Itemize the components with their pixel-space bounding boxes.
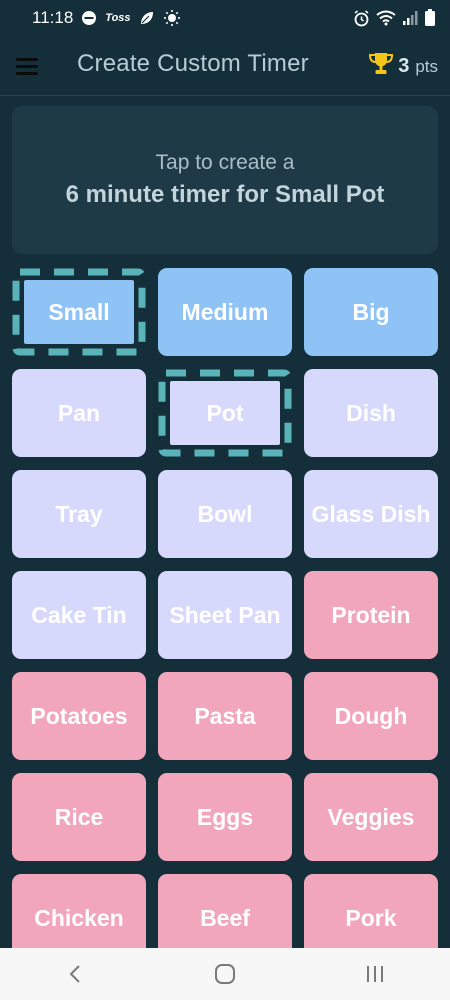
tile-label: Cake Tin	[31, 601, 127, 628]
status-bar: 11:18 Toss	[0, 0, 450, 36]
tile-label: Potatoes	[30, 702, 128, 729]
points-display[interactable]: 3 pts	[368, 52, 438, 81]
tile-label: Protein	[331, 601, 411, 628]
prompt-timer-description: 6 minute timer for Small Pot	[65, 181, 385, 208]
alarm-icon	[353, 9, 370, 27]
tile-cake-tin[interactable]: Cake Tin	[12, 571, 146, 659]
tile-label: Big	[352, 298, 390, 325]
leaf-icon	[139, 10, 155, 26]
prompt-instruction: Tap to create a	[155, 151, 295, 174]
tile-label: Small	[48, 298, 110, 325]
tile-label: Pan	[57, 399, 101, 426]
tile-small[interactable]: Small	[12, 268, 146, 356]
tile-label: Chicken	[34, 904, 124, 931]
tile-label: Tray	[55, 500, 103, 527]
wifi-icon	[376, 10, 396, 26]
do-not-disturb-icon	[81, 10, 97, 26]
tile-label: Medium	[181, 298, 269, 325]
tile-pasta[interactable]: Pasta	[158, 672, 292, 760]
tile-tray[interactable]: Tray	[12, 470, 146, 558]
tile-label: Veggies	[327, 803, 415, 830]
status-left: 11:18 Toss	[32, 8, 181, 28]
points-value: 3	[398, 55, 410, 77]
tile-label: Dough	[334, 702, 408, 729]
tile-label: Pasta	[194, 702, 256, 729]
create-timer-prompt[interactable]: Tap to create a 6 minute timer for Small…	[12, 106, 438, 254]
tile-dough[interactable]: Dough	[304, 672, 438, 760]
toss-app-label: Toss	[105, 12, 131, 24]
tile-label: Pot	[206, 399, 244, 426]
tile-rice[interactable]: Rice	[12, 773, 146, 861]
status-time: 11:18	[32, 8, 74, 27]
tile-protein[interactable]: Protein	[304, 571, 438, 659]
tile-bowl[interactable]: Bowl	[158, 470, 292, 558]
tile-potatoes[interactable]: Potatoes	[12, 672, 146, 760]
tile-eggs[interactable]: Eggs	[158, 773, 292, 861]
page-title: Create Custom Timer	[77, 50, 309, 77]
status-right	[353, 9, 436, 27]
tile-label: Eggs	[196, 803, 254, 830]
tile-medium[interactable]: Medium	[158, 268, 292, 356]
tile-label: Dish	[346, 399, 396, 426]
tile-pot[interactable]: Pot	[158, 369, 292, 457]
tile-dish[interactable]: Dish	[304, 369, 438, 457]
back-icon[interactable]	[45, 954, 105, 994]
tile-label: Glass Dish	[311, 500, 431, 527]
tile-sheet-pan[interactable]: Sheet Pan	[158, 571, 292, 659]
points-unit: pts	[415, 56, 438, 76]
app-bar: Create Custom Timer 3 pts	[0, 36, 450, 96]
recents-icon[interactable]	[345, 954, 405, 994]
tile-big[interactable]: Big	[304, 268, 438, 356]
signal-icon	[402, 10, 418, 26]
home-icon[interactable]	[195, 954, 255, 994]
tile-label: Bowl	[197, 500, 253, 527]
tile-glass-dish[interactable]: Glass Dish	[304, 470, 438, 558]
tile-label: Beef	[200, 904, 250, 931]
tile-label: Sheet Pan	[169, 601, 281, 628]
app-screen: 11:18 Toss Create Custom Timer 3 pts Tap…	[0, 0, 450, 1000]
tile-label: Pork	[345, 904, 397, 931]
toss-app-icon: Toss	[105, 12, 130, 24]
trophy-icon	[368, 52, 394, 81]
brightness-icon	[163, 9, 181, 27]
tile-label: Rice	[54, 803, 104, 830]
tile-pan[interactable]: Pan	[12, 369, 146, 457]
battery-icon	[424, 9, 436, 27]
tile-veggies[interactable]: Veggies	[304, 773, 438, 861]
menu-icon[interactable]	[16, 52, 44, 80]
system-nav-bar	[0, 948, 450, 1000]
